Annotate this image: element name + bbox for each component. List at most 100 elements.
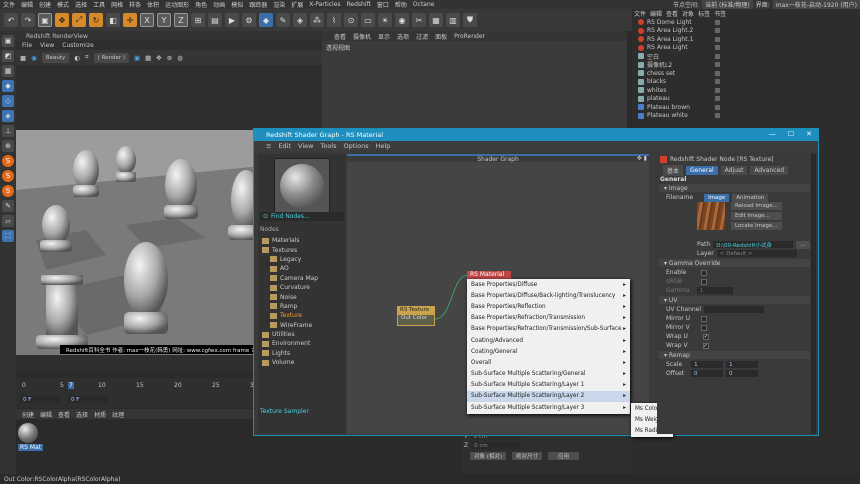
- texture-mode-icon[interactable]: ▦: [2, 65, 14, 77]
- path-field[interactable]: D:\00-Redshift小试身: [713, 241, 794, 248]
- context-menu-item[interactable]: Sub-Surface Multiple Scattering/Layer 2 ▸: [467, 390, 630, 403]
- menu-tools[interactable]: 工具: [90, 0, 108, 9]
- tree-item[interactable]: Ramp: [262, 302, 346, 311]
- minimize-icon[interactable]: —: [769, 130, 776, 138]
- rs-texture-node[interactable]: RS Texture Out Color: [397, 306, 435, 326]
- rs-grid-icon[interactable]: ▦: [429, 13, 443, 27]
- brush-icon[interactable]: ✎: [2, 200, 14, 212]
- object-row[interactable]: whites: [632, 86, 860, 95]
- material-thumbnail[interactable]: [18, 423, 38, 443]
- edges-mode-icon[interactable]: ◇: [2, 95, 14, 107]
- visibility-toggle[interactable]: [715, 96, 720, 102]
- mm-menu-select[interactable]: 选择: [76, 410, 88, 419]
- uv-group[interactable]: ▾ UV: [659, 296, 810, 304]
- menu-xparticles[interactable]: X-Particles: [306, 1, 343, 8]
- axis-x-button[interactable]: X: [140, 13, 154, 27]
- redshift-s-icon-2[interactable]: S: [2, 170, 14, 182]
- sg-menu-edit[interactable]: Edit: [278, 142, 291, 150]
- context-menu-item[interactable]: Base Properties/Diffuse/Back-lighting/Tr…: [467, 290, 630, 301]
- node-space-select[interactable]: 当前 (标准/物理): [702, 0, 753, 9]
- mirror-v-checkbox[interactable]: [700, 324, 707, 331]
- menu-extensions[interactable]: 扩展: [288, 0, 306, 9]
- scale-u-field[interactable]: 1: [691, 361, 724, 368]
- vp-menu-prorender[interactable]: ProRender: [454, 33, 485, 40]
- visibility-toggle[interactable]: [715, 45, 720, 51]
- object-row[interactable]: RS Area Light.2: [632, 27, 860, 36]
- hamburger-icon[interactable]: ≡: [266, 142, 271, 150]
- tree-item[interactable]: Noise: [262, 292, 346, 301]
- remap-group[interactable]: ▾ Remap: [659, 351, 810, 359]
- playhead[interactable]: 7: [68, 382, 74, 389]
- layer-select[interactable]: < Default >: [716, 250, 797, 257]
- vp-menu-view[interactable]: 查看: [334, 32, 346, 41]
- menu-mograph[interactable]: 运动图形: [162, 0, 192, 9]
- rv-menu-customize[interactable]: Customize: [62, 42, 94, 49]
- menu-mode[interactable]: 模式: [54, 0, 72, 9]
- menu-tracker[interactable]: 跟踪器: [246, 0, 270, 9]
- sg-menu-tools[interactable]: Tools: [320, 142, 336, 150]
- camera-icon[interactable]: ▭: [361, 13, 375, 27]
- menu-select[interactable]: 选择: [72, 0, 90, 9]
- menu-spline[interactable]: 样条: [126, 0, 144, 9]
- mm-menu-create[interactable]: 创建: [22, 410, 34, 419]
- object-row[interactable]: 摄像机L2: [632, 61, 860, 69]
- vp-menu-camera[interactable]: 摄像机: [353, 32, 371, 41]
- tree-item[interactable]: WireFrame: [262, 321, 346, 330]
- vp-menu-display[interactable]: 显示: [378, 32, 390, 41]
- context-menu-item[interactable]: Base Properties/Refraction/Transmission/…: [467, 324, 630, 335]
- context-menu-item[interactable]: Coating/General ▸: [467, 346, 630, 357]
- redshift-s-icon-1[interactable]: S: [2, 155, 14, 167]
- mm-menu-view[interactable]: 查看: [58, 410, 70, 419]
- context-menu-item[interactable]: Base Properties/Refraction/Transmission ▸: [467, 313, 630, 324]
- edit-image-button[interactable]: Edit Image...: [731, 212, 782, 220]
- vp-menu-options[interactable]: 选项: [397, 32, 409, 41]
- object-row[interactable]: chess set: [632, 69, 860, 78]
- redshift-icon[interactable]: ◉: [395, 13, 409, 27]
- axis-mode-icon[interactable]: ⊥: [2, 125, 14, 137]
- tree-item[interactable]: Volume: [262, 358, 346, 367]
- rs-tool-icon[interactable]: ✂: [412, 13, 426, 27]
- subdivision-icon[interactable]: ◈: [293, 13, 307, 27]
- visibility-toggle[interactable]: [715, 62, 720, 68]
- context-menu-item[interactable]: Coating/Advanced ▸: [467, 335, 630, 346]
- om-menu-file[interactable]: 文件: [634, 9, 646, 18]
- tree-item[interactable]: Lights: [262, 349, 346, 358]
- rv-aov-select[interactable]: Beauty: [41, 52, 70, 63]
- sg-menu-options[interactable]: Options: [344, 142, 369, 150]
- menu-render[interactable]: 渲染: [270, 0, 288, 9]
- menu-create[interactable]: 创建: [36, 0, 54, 9]
- timeline-end-field[interactable]: 0 F: [68, 396, 108, 403]
- out-color-port[interactable]: Out Color: [398, 315, 434, 321]
- visibility-toggle[interactable]: [715, 113, 720, 119]
- live-select-icon[interactable]: ✛: [123, 13, 137, 27]
- menu-animate[interactable]: 动画: [210, 0, 228, 9]
- menu-file[interactable]: 文件: [0, 0, 18, 9]
- visibility-toggle[interactable]: [715, 104, 720, 110]
- rv-stop-icon[interactable]: ■: [20, 54, 26, 62]
- layout-select[interactable]: max一枝花-启动-1920 (用户): [772, 0, 860, 9]
- wrap-u-checkbox[interactable]: ✓: [702, 333, 709, 340]
- coord-system-icon[interactable]: ⊞: [191, 13, 205, 27]
- menu-help[interactable]: 帮助: [392, 0, 410, 9]
- scale-v-field[interactable]: 1: [726, 361, 759, 368]
- mm-menu-material[interactable]: 材质: [94, 410, 106, 419]
- attributes-scrollbar[interactable]: [811, 154, 816, 434]
- om-menu-tag[interactable]: 标签: [698, 9, 710, 18]
- locate-image-button[interactable]: Locate Image...: [731, 222, 782, 230]
- rs-material-node[interactable]: RS Material: [467, 271, 511, 279]
- menu-redshift[interactable]: Redshift: [344, 1, 374, 8]
- gamma-field[interactable]: 1: [696, 287, 733, 294]
- rv-render-mode-select[interactable]: ( Render ): [93, 52, 129, 63]
- rv-menu-file[interactable]: File: [22, 42, 32, 49]
- find-nodes-field[interactable]: ⊙ Find Nodes...: [260, 212, 344, 221]
- rv-globe-icon[interactable]: ◍: [177, 54, 183, 62]
- image-group[interactable]: ▾ Image: [659, 184, 810, 192]
- object-row[interactable]: Plateau brown: [632, 103, 860, 112]
- graph-pin-icon[interactable]: ✥ ▮: [637, 155, 647, 162]
- maximize-icon[interactable]: ☐: [788, 130, 794, 138]
- polygons-mode-icon[interactable]: ◈: [2, 110, 14, 122]
- redo-icon[interactable]: ↷: [21, 13, 35, 27]
- visibility-toggle[interactable]: [715, 19, 720, 25]
- model-mode-icon[interactable]: ◩: [2, 50, 14, 62]
- snap-icon[interactable]: ⊕: [2, 140, 14, 152]
